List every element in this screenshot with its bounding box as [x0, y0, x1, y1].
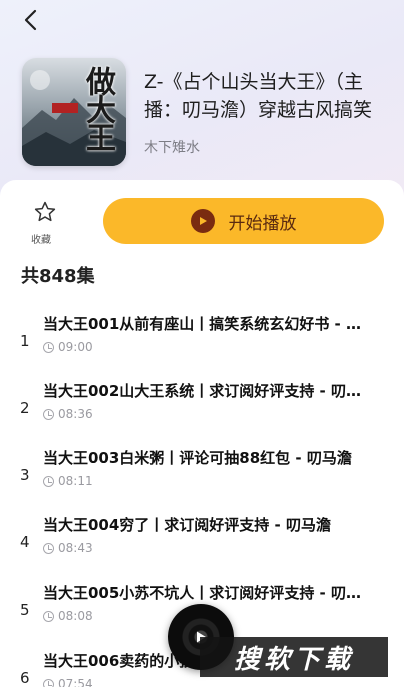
episode-duration: 08:08	[43, 609, 93, 623]
album-title: Z-《占个山头当大王》（主播：叨马澹）穿越古风搞笑	[144, 71, 373, 121]
favorite-label: 收藏	[31, 235, 51, 246]
album-cover: 做大王	[22, 58, 126, 166]
episode-duration: 07:54	[43, 677, 93, 687]
clock-icon	[43, 542, 54, 554]
episode-item[interactable]: 2 当大王002山大王系统丨求订阅好评支持 - 叨马澹 08:36	[0, 380, 404, 440]
album-author[interactable]: 木下雉水	[144, 137, 200, 157]
back-button[interactable]	[16, 6, 44, 34]
episode-title: 当大王003白米粥丨评论可抽88红包 - 叨马澹	[43, 449, 352, 467]
back-arrow-icon	[24, 9, 37, 31]
episode-duration: 08:11	[43, 474, 93, 488]
episode-duration: 08:43	[43, 541, 93, 555]
episode-item[interactable]: 4 当大王004穷了丨求订阅好评支持 - 叨马澹 08:43	[0, 514, 404, 574]
episode-duration: 09:00	[43, 340, 93, 354]
episode-title: 当大王002山大王系统丨求订阅好评支持 - 叨马澹	[43, 382, 368, 400]
star-icon	[34, 201, 55, 222]
episode-number: 2	[20, 399, 30, 417]
episode-number: 3	[20, 466, 30, 484]
start-play-button[interactable]: 开始播放	[103, 198, 384, 244]
episode-number: 5	[20, 601, 30, 619]
episode-title: 当大王004穷了丨求订阅好评支持 - 叨马澹	[43, 516, 331, 534]
play-icon	[190, 209, 215, 233]
episode-item[interactable]: 1 当大王001从前有座山丨搞笑系统玄幻好书 - 叨马澹 09:00	[0, 313, 404, 373]
clock-icon	[43, 341, 54, 353]
episode-title: 当大王005小苏不坑人丨求订阅好评支持 - 叨马澹	[43, 584, 368, 602]
episode-title: 当大王001从前有座山丨搞笑系统玄幻好书 - 叨马澹	[43, 315, 368, 333]
clock-icon	[43, 610, 54, 622]
episode-item[interactable]: 3 当大王003白米粥丨评论可抽88红包 - 叨马澹 08:11	[0, 447, 404, 507]
watermark-text: 搜软下载	[233, 644, 354, 675]
favorite-button[interactable]: 收藏	[28, 200, 58, 246]
episode-number: 4	[20, 533, 30, 551]
clock-icon	[43, 475, 54, 487]
watermark-logo: 搜软下载	[200, 637, 388, 677]
episode-number: 6	[20, 669, 30, 687]
start-play-label: 开始播放	[228, 213, 297, 234]
episode-duration: 08:36	[43, 407, 93, 421]
clock-icon	[43, 408, 54, 420]
clock-icon	[43, 678, 54, 687]
episode-count: 共848集	[21, 266, 95, 287]
episode-number: 1	[20, 332, 30, 350]
cover-seal	[52, 103, 78, 113]
